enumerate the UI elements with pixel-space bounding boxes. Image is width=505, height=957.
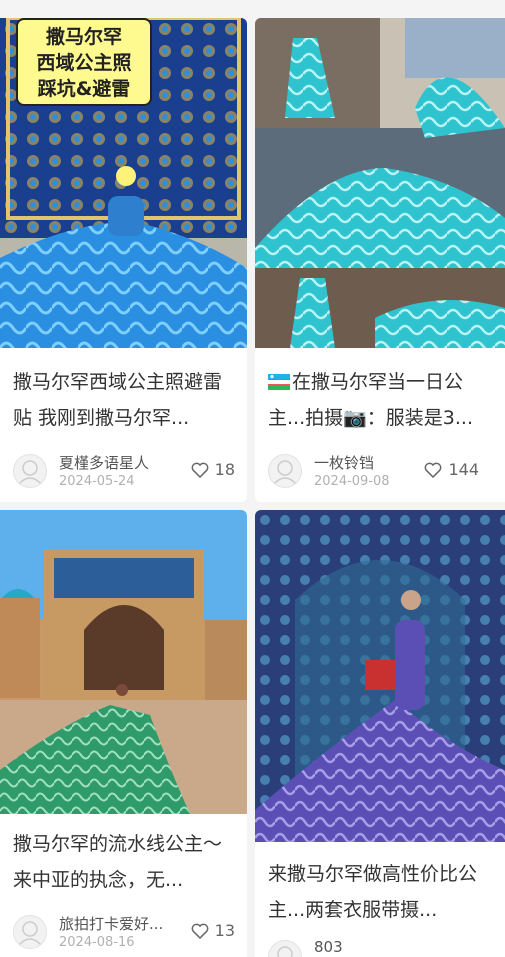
- heart-icon: [425, 462, 442, 478]
- post-date: 2024-05-24: [59, 474, 135, 489]
- avatar[interactable]: [13, 915, 47, 949]
- like-button[interactable]: 18: [191, 460, 235, 479]
- overlay-line: 西域公主照: [36, 52, 132, 74]
- post-meta: 一枚铃铛 2024-09-08 144: [268, 450, 493, 494]
- post-title[interactable]: 撒马尔罕的流水线公主～ 来中亚的执念，无...: [13, 826, 237, 898]
- post-image-art: [255, 510, 505, 842]
- author-name[interactable]: 一枚铃铛: [314, 452, 374, 473]
- post-meta: 803: [268, 936, 493, 957]
- post-title-text: 在撒马尔罕当一日公主...拍摄📷：服装是3...: [268, 371, 473, 429]
- avatar[interactable]: [13, 454, 47, 488]
- author-name[interactable]: 旅拍打卡爱好...: [59, 913, 163, 934]
- author-name[interactable]: 夏槿多语星人: [59, 452, 149, 473]
- post-card[interactable]: 在撒马尔罕当一日公主...拍摄📷：服装是3... 一枚铃铛 2024-09-08…: [255, 18, 505, 502]
- post-card[interactable]: 来撒马尔罕做高性价比公主...两套衣服带摄... 803: [255, 510, 505, 957]
- post-meta: 夏槿多语星人 2024-05-24 18: [13, 450, 235, 494]
- post-card[interactable]: 撒马尔罕 西域公主照 踩坑&避雷 撒马尔罕西域公主照避雷贴 我刚到撒马尔罕...…: [0, 18, 247, 502]
- post-date: 2024-08-16: [59, 935, 135, 950]
- post-image-art: [255, 18, 505, 348]
- post-image[interactable]: [255, 510, 505, 842]
- like-count: 18: [214, 460, 235, 479]
- heart-icon: [191, 462, 209, 478]
- avatar-placeholder-icon: [18, 460, 42, 485]
- overlay-line: 踩坑&避雷: [37, 78, 131, 100]
- uzbekistan-flag-icon: [268, 366, 290, 390]
- avatar-placeholder-icon: [277, 946, 293, 957]
- heart-icon: [191, 923, 209, 939]
- post-title[interactable]: 来撒马尔罕做高性价比公主...两套衣服带摄...: [268, 856, 495, 928]
- author-name[interactable]: 803: [314, 938, 343, 956]
- post-image[interactable]: [0, 510, 247, 814]
- like-count: 144: [448, 460, 479, 479]
- post-image[interactable]: 撒马尔罕 西域公主照 踩坑&避雷: [0, 18, 247, 348]
- avatar[interactable]: [268, 940, 302, 957]
- post-image[interactable]: [255, 18, 505, 348]
- post-meta: 旅拍打卡爱好... 2024-08-16 13: [13, 911, 235, 955]
- like-count: 13: [214, 921, 235, 940]
- post-title[interactable]: 撒马尔罕西域公主照避雷贴 我刚到撒马尔罕...: [13, 364, 237, 436]
- post-image-art: [0, 510, 247, 814]
- overlay-caption: 撒马尔罕 西域公主照 踩坑&避雷: [16, 18, 152, 106]
- post-card[interactable]: 撒马尔罕的流水线公主～ 来中亚的执念，无... 旅拍打卡爱好... 2024-0…: [0, 510, 247, 957]
- avatar-placeholder-icon: [18, 921, 42, 946]
- post-date: 2024-09-08: [314, 474, 390, 489]
- avatar[interactable]: [268, 454, 302, 488]
- post-title[interactable]: 在撒马尔罕当一日公主...拍摄📷：服装是3...: [268, 364, 495, 436]
- overlay-line: 撒马尔罕: [45, 26, 122, 48]
- like-button[interactable]: 144: [424, 460, 479, 479]
- avatar-placeholder-icon: [273, 460, 297, 485]
- like-button[interactable]: 13: [191, 921, 235, 940]
